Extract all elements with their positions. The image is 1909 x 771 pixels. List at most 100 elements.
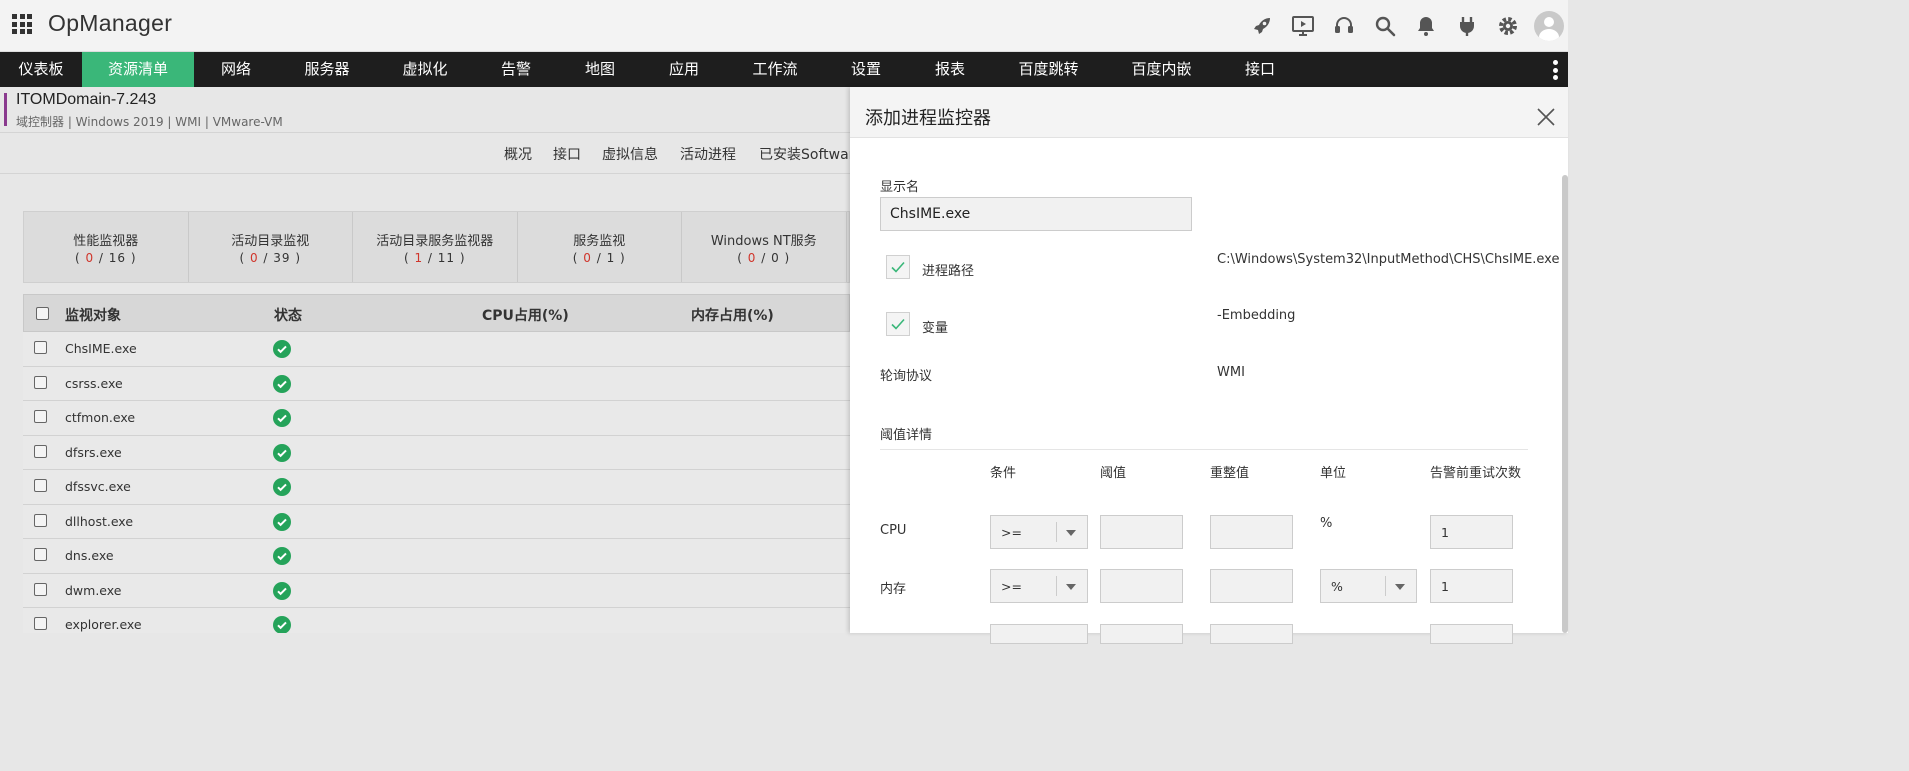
summary-total: 39 (273, 251, 291, 265)
memory-condition-select[interactable]: >= (990, 569, 1088, 603)
cpu-rearm-input[interactable] (1210, 515, 1293, 549)
threshold-row-label: 内存 (880, 582, 907, 597)
tab-installed-software[interactable]: 已安装Softwar (759, 144, 854, 164)
polling-protocol-value: WMI (1217, 365, 1245, 380)
checkmark-circle-icon (273, 616, 291, 633)
next-row-condition-select[interactable] (990, 624, 1088, 644)
tab-interfaces[interactable]: 接口 (553, 144, 581, 164)
summary-card[interactable]: 性能监视器 ( 0 / 16 ) (24, 212, 189, 282)
row-checkbox[interactable] (34, 617, 47, 630)
summary-card[interactable]: 活动目录服务监视器 ( 1 / 11 ) (353, 212, 518, 282)
nav-item[interactable]: 仪表板 (0, 52, 82, 87)
user-avatar-icon[interactable] (1534, 11, 1564, 41)
nav-item[interactable]: 地图 (558, 52, 642, 87)
column-header-monitor[interactable]: 监视对象 (65, 305, 121, 325)
row-checkbox[interactable] (34, 341, 47, 354)
summary-title: Windows NT服务 (710, 234, 817, 249)
summary-total: 1 (606, 251, 616, 265)
summary-total: 0 (771, 251, 780, 265)
bell-icon[interactable] (1405, 0, 1446, 52)
threshold-row-label: CPU (880, 523, 907, 538)
summary-card[interactable]: Windows NT服务 ( 0 / 0 ) (682, 212, 847, 282)
process-name[interactable]: dwm.exe (65, 583, 121, 598)
section-divider (880, 449, 1528, 450)
nav-item[interactable]: 资源清单 (82, 52, 194, 87)
more-vertical-icon[interactable] (1550, 60, 1560, 80)
memory-threshold-input[interactable] (1100, 569, 1183, 603)
presentation-icon[interactable] (1282, 0, 1323, 52)
memory-retries-input[interactable]: 1 (1430, 569, 1513, 603)
display-name-input[interactable]: ChsIME.exe (880, 197, 1192, 231)
tab-virtual-info[interactable]: 虚拟信息 (602, 144, 658, 164)
nav-item[interactable]: 百度内嵌 (1105, 52, 1218, 87)
row-checkbox[interactable] (34, 410, 47, 423)
row-checkbox[interactable] (34, 375, 47, 389)
cpu-retries-input[interactable]: 1 (1430, 515, 1513, 549)
device-name: ITOMDomain-7.243 (16, 91, 157, 108)
process-name[interactable]: dfsrs.exe (65, 445, 122, 460)
search-icon[interactable] (1364, 0, 1405, 52)
process-name[interactable]: explorer.exe (65, 617, 142, 632)
arguments-label: 变量 (922, 321, 949, 336)
process-name[interactable]: ctfmon.exe (65, 410, 135, 425)
process-name[interactable]: ChsIME.exe (65, 341, 137, 356)
row-checkbox[interactable] (34, 479, 47, 492)
top-header: OpManager (0, 0, 1568, 52)
panel-header: 添加进程监控器 (850, 87, 1568, 138)
summary-total: 16 (108, 251, 127, 265)
close-icon[interactable] (1536, 107, 1556, 127)
tab-overview[interactable]: 概况 (504, 144, 532, 164)
column-header-status[interactable]: 状态 (274, 305, 302, 325)
table-row: dfsrs.exe (23, 435, 850, 470)
next-row-rearm-input[interactable] (1210, 624, 1293, 644)
tab-active-processes[interactable]: 活动进程 (680, 144, 736, 164)
display-name-label: 显示名 (880, 180, 920, 195)
table-row: explorer.exe (23, 608, 850, 633)
process-name[interactable]: dfssvc.exe (65, 479, 131, 494)
rocket-icon[interactable] (1241, 0, 1282, 52)
summary-card[interactable]: 活动目录监视 ( 0 / 39 ) (189, 212, 353, 282)
next-row-threshold-input[interactable] (1100, 624, 1183, 644)
process-name[interactable]: dllhost.exe (65, 514, 133, 529)
row-checkbox[interactable] (34, 582, 47, 596)
threshold-details-title: 阈值详情 (880, 428, 933, 443)
table-header: 监视对象 状态 CPU占用(%) 内存占用(%) (23, 294, 850, 332)
select-all-checkbox[interactable] (36, 307, 49, 320)
nav-item[interactable]: 报表 (908, 52, 992, 87)
nav-item[interactable]: 应用 (642, 52, 726, 87)
gear-icon[interactable] (1487, 0, 1528, 52)
app-logo[interactable]: OpManager (48, 10, 172, 37)
device-accent-bar (4, 93, 7, 126)
nav-item[interactable]: 设置 (824, 52, 908, 87)
process-name[interactable]: csrss.exe (65, 376, 123, 391)
next-row-retries-input[interactable] (1430, 624, 1513, 644)
memory-rearm-input[interactable] (1210, 569, 1293, 603)
column-header-memory[interactable]: 内存占用(%) (691, 305, 774, 325)
arguments-checkbox[interactable] (886, 312, 910, 336)
cpu-condition-select[interactable]: >= (990, 515, 1088, 549)
summary-card[interactable]: 服务监视 ( 0 / 1 ) (518, 212, 682, 282)
row-checkbox[interactable] (34, 548, 47, 561)
nav-item[interactable]: 接口 (1218, 52, 1302, 87)
nav-item[interactable]: 百度跳转 (992, 52, 1105, 87)
checkmark-circle-icon (273, 443, 291, 462)
nav-item[interactable]: 虚拟化 (376, 52, 474, 87)
column-header-cpu[interactable]: CPU占用(%) (482, 305, 569, 325)
process-name[interactable]: dns.exe (65, 548, 114, 563)
apps-grid-icon[interactable] (12, 14, 32, 34)
row-checkbox[interactable] (34, 444, 47, 458)
nav-item[interactable]: 工作流 (726, 52, 824, 87)
cpu-threshold-input[interactable] (1100, 515, 1183, 549)
plug-icon[interactable] (1446, 0, 1487, 52)
row-checkbox[interactable] (34, 513, 47, 527)
memory-unit-select[interactable]: % (1320, 569, 1417, 603)
headset-icon[interactable] (1323, 0, 1364, 52)
checkmark-circle-icon (273, 340, 291, 358)
panel-scrollbar[interactable] (1562, 175, 1568, 633)
nav-item[interactable]: 告警 (474, 52, 558, 87)
nav-item[interactable]: 服务器 (278, 52, 376, 87)
nav-item[interactable]: 网络 (194, 52, 278, 87)
summary-count: ( 0 / 1 ) (572, 251, 626, 265)
summary-title: 活动目录服务监视器 (376, 234, 494, 249)
process-path-checkbox[interactable] (886, 255, 910, 279)
